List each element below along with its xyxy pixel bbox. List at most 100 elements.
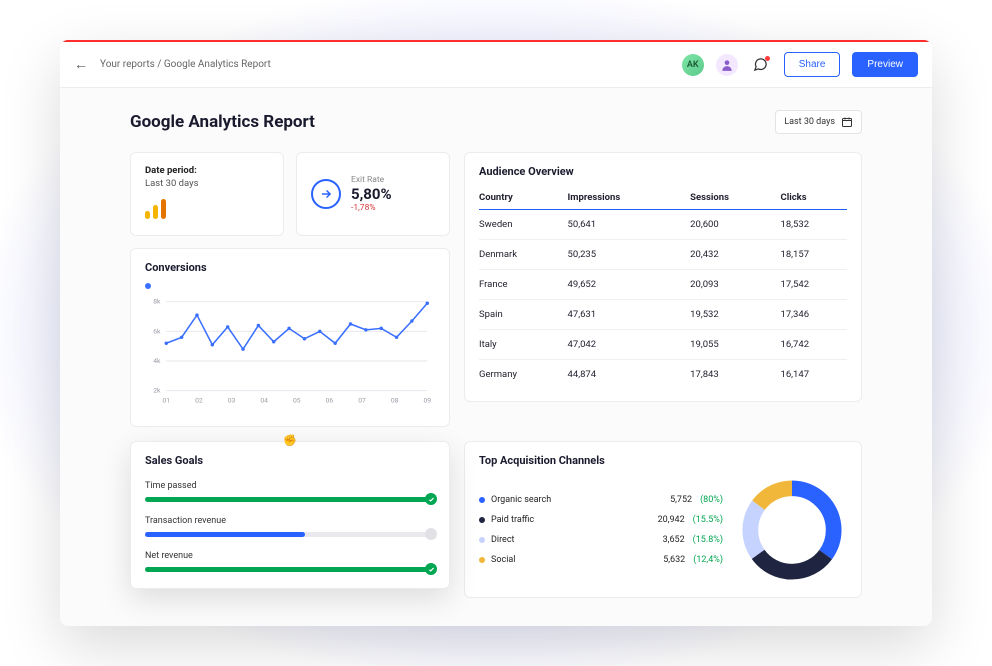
table-cell: 17,843 (690, 360, 780, 390)
svg-text:01: 01 (162, 396, 170, 404)
audience-header[interactable]: Country (479, 186, 568, 210)
acquisition-value: 3,652 (663, 535, 685, 545)
table-cell: Spain (479, 300, 568, 330)
svg-text:4k: 4k (153, 357, 161, 365)
acquisition-percent: (80%) (700, 495, 723, 505)
table-cell: 18,157 (780, 240, 847, 270)
table-cell: 18,532 (780, 210, 847, 240)
sales-goals-title: Sales Goals (145, 454, 435, 467)
table-cell: 50,235 (568, 240, 691, 270)
table-cell: 49,652 (568, 270, 691, 300)
table-cell: 19,055 (690, 330, 780, 360)
date-range-picker[interactable]: Last 30 days (775, 110, 862, 134)
audience-header[interactable]: Clicks (780, 186, 847, 210)
grab-cursor-icon: ✊ (283, 434, 297, 447)
breadcrumb-sep: / (155, 59, 164, 70)
table-cell: 17,542 (780, 270, 847, 300)
goal-label: Time passed (145, 481, 435, 491)
acquisition-value: 20,942 (658, 515, 685, 525)
legend-dot-icon (479, 557, 485, 563)
avatar-user-2[interactable] (716, 54, 738, 76)
date-period-label: Date period: (145, 165, 269, 176)
table-cell: 47,631 (568, 300, 691, 330)
exit-rate-delta: -1,78% (351, 203, 392, 213)
acquisition-item: Organic search5,752 (80%) (479, 495, 723, 505)
table-cell: Sweden (479, 210, 568, 240)
table-cell: 44,874 (568, 360, 691, 390)
back-button[interactable]: ← (74, 56, 88, 73)
table-cell: Denmark (479, 240, 568, 270)
svg-text:03: 03 (228, 396, 236, 404)
legend-dot-icon (479, 497, 485, 503)
conversions-chart: 2k4k6k8k 010203040506070809 (145, 294, 435, 410)
acquisition-value: 5,632 (663, 555, 685, 565)
acquisition-percent: (15.8%) (693, 535, 723, 545)
calendar-icon (841, 116, 853, 128)
legend-dot-icon (479, 517, 485, 523)
audience-card: Audience Overview CountryImpressionsSess… (464, 152, 862, 402)
acquisition-value: 5,752 (670, 495, 692, 505)
acquisition-card: Top Acquisition Channels Organic search5… (464, 441, 862, 598)
svg-text:07: 07 (358, 396, 366, 404)
table-cell: 16,742 (780, 330, 847, 360)
comments-icon[interactable] (750, 54, 772, 76)
sales-goals-card[interactable]: ✊ Sales Goals Time passedTransaction rev… (130, 441, 450, 589)
arrow-right-circle-icon (311, 179, 341, 209)
acquisition-item: Direct 3,652 (15.8%) (479, 535, 723, 545)
svg-text:2k: 2k (153, 387, 161, 395)
legend-dot-icon (479, 537, 485, 543)
svg-text:06: 06 (326, 396, 334, 404)
goal-label: Transaction revenue (145, 516, 435, 526)
breadcrumb[interactable]: Your reports / Google Analytics Report (100, 59, 670, 70)
conversions-card: Conversions 2k4k6k8k 010203040506070809 (130, 248, 450, 427)
svg-text:05: 05 (293, 396, 301, 404)
table-cell: 50,641 (568, 210, 691, 240)
svg-text:04: 04 (260, 396, 268, 404)
progress-bar (145, 567, 435, 572)
acquisition-item: Paid traffic20,942 (15.5%) (479, 515, 723, 525)
table-cell: 20,432 (690, 240, 780, 270)
table-row: Italy47,04219,05516,742 (479, 330, 847, 360)
breadcrumb-current[interactable]: Google Analytics Report (164, 59, 271, 70)
avatar-user-1[interactable]: AK (682, 54, 704, 76)
breadcrumb-root[interactable]: Your reports (100, 59, 155, 70)
table-row: Spain47,63119,53217,346 (479, 300, 847, 330)
incomplete-icon (425, 528, 437, 540)
share-button[interactable]: Share (784, 52, 841, 77)
audience-table: CountryImpressionsSessionsClicks Sweden5… (479, 186, 847, 389)
date-period-value: Last 30 days (145, 178, 269, 189)
table-row: Germany44,87417,84316,147 (479, 360, 847, 390)
preview-button[interactable]: Preview (852, 52, 918, 77)
exit-rate-label: Exit Rate (351, 175, 392, 185)
table-cell: 20,093 (690, 270, 780, 300)
table-cell: 16,147 (780, 360, 847, 390)
table-row: Denmark50,23520,43218,157 (479, 240, 847, 270)
sales-goal: Net revenue (145, 551, 435, 572)
sales-goal: Time passed (145, 481, 435, 502)
audience-header[interactable]: Sessions (690, 186, 780, 210)
svg-text:6k: 6k (153, 327, 161, 335)
acquisition-name: Social (491, 555, 657, 565)
exit-rate-value: 5,80% (351, 185, 392, 203)
acquisition-name: Direct (491, 535, 657, 545)
exit-rate-card: Exit Rate 5,80% -1,78% (296, 152, 450, 236)
acquisition-item: Social 5,632 (12,4%) (479, 555, 723, 565)
google-analytics-icon (145, 199, 269, 223)
acquisition-name: Paid traffic (491, 515, 652, 525)
person-icon (720, 58, 734, 72)
report-window: ← Your reports / Google Analytics Report… (60, 40, 932, 626)
table-cell: Italy (479, 330, 568, 360)
acquisition-title: Top Acquisition Channels (479, 454, 847, 467)
acquisition-percent: (12,4%) (693, 555, 723, 565)
legend-dot-icon (145, 283, 151, 289)
audience-title: Audience Overview (479, 165, 847, 178)
table-cell: Germany (479, 360, 568, 390)
acquisition-donut-chart (737, 475, 847, 585)
page-title: Google Analytics Report (130, 112, 315, 132)
table-cell: France (479, 270, 568, 300)
date-period-card: Date period: Last 30 days (130, 152, 284, 236)
audience-header[interactable]: Impressions (568, 186, 691, 210)
check-icon (425, 563, 437, 575)
date-range-label: Last 30 days (784, 117, 835, 127)
svg-text:02: 02 (195, 396, 203, 404)
